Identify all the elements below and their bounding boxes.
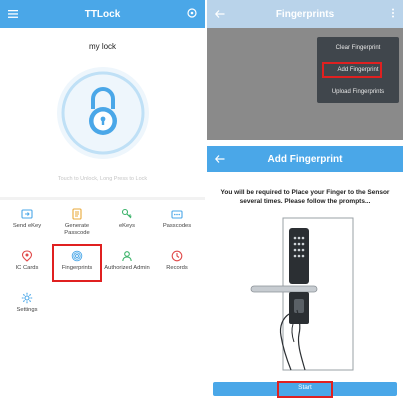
home-screen: TTLock my lock Touch to Unlock, Long Pre… bbox=[0, 0, 205, 400]
add-fingerprint-title: Add Fingerprint bbox=[267, 153, 343, 165]
send-ekey-label: Send eKey bbox=[12, 223, 42, 229]
divider bbox=[0, 197, 205, 200]
add-fingerprint-highlight bbox=[322, 62, 382, 78]
padlock-icon bbox=[57, 67, 149, 159]
passcodes-label: Passcodes bbox=[162, 223, 192, 229]
admin-icon bbox=[122, 251, 132, 262]
authorized-admin-button[interactable]: Authorized Admin bbox=[102, 246, 152, 286]
lock-name: my lock bbox=[88, 42, 117, 51]
passcodes-button[interactable]: Passcodes bbox=[152, 204, 202, 244]
back-arrow-icon[interactable] bbox=[214, 5, 225, 23]
home-header: TTLock bbox=[0, 0, 205, 28]
passcodes-icon bbox=[171, 210, 183, 219]
settings-label: Settings bbox=[16, 307, 38, 313]
ic-cards-label: IC Cards bbox=[15, 265, 39, 271]
records-button[interactable]: Records bbox=[152, 246, 202, 286]
records-icon bbox=[171, 250, 183, 262]
unlock-button[interactable] bbox=[55, 65, 151, 161]
fingerprints-title: Fingerprints bbox=[275, 8, 335, 20]
send-key-icon bbox=[21, 209, 33, 219]
options-menu: Clear Fingerprint Add Fingerprint Upload… bbox=[317, 37, 399, 103]
fingerprints-header: Fingerprints bbox=[207, 0, 403, 28]
clear-fingerprint-item[interactable]: Clear Fingerprint bbox=[317, 45, 399, 51]
back-arrow-icon[interactable] bbox=[214, 150, 225, 168]
more-vertical-icon[interactable] bbox=[391, 5, 395, 23]
fingerprints-screen: Fingerprints Clear Fingerprint Add Finge… bbox=[207, 0, 403, 140]
door-lock-illustration bbox=[250, 217, 354, 371]
ekeys-icon bbox=[121, 208, 132, 219]
settings-icon bbox=[21, 292, 33, 304]
ic-cards-button[interactable]: IC Cards bbox=[2, 246, 52, 286]
generate-passcode-label: Generate Passcode bbox=[64, 223, 90, 236]
add-fingerprint-screen: Add Fingerprint You will be required to … bbox=[207, 146, 403, 400]
start-highlight bbox=[277, 381, 333, 398]
send-ekey-button[interactable]: Send eKey bbox=[2, 204, 52, 244]
hamburger-icon[interactable] bbox=[8, 5, 18, 23]
settings-button[interactable]: Settings bbox=[2, 288, 52, 328]
target-icon[interactable] bbox=[187, 5, 197, 23]
generate-passcode-icon bbox=[72, 208, 82, 220]
records-label: Records bbox=[166, 265, 188, 271]
authorized-admin-label: Authorized Admin bbox=[104, 265, 150, 271]
generate-passcode-button[interactable]: Generate Passcode bbox=[52, 204, 102, 244]
ekeys-label: eKeys bbox=[118, 223, 136, 229]
unlock-hint: Touch to Unlock, Long Press to Lock bbox=[57, 176, 148, 182]
upload-fingerprints-item[interactable]: Upload Fingerprints bbox=[317, 89, 399, 95]
ekeys-button[interactable]: eKeys bbox=[102, 204, 152, 244]
fingerprints-highlight bbox=[52, 244, 102, 282]
add-fingerprint-header: Add Fingerprint bbox=[207, 146, 403, 172]
ic-card-icon bbox=[21, 250, 33, 262]
instructions-text: You will be required to Place your Finge… bbox=[220, 189, 390, 205]
app-title: TTLock bbox=[84, 8, 121, 20]
